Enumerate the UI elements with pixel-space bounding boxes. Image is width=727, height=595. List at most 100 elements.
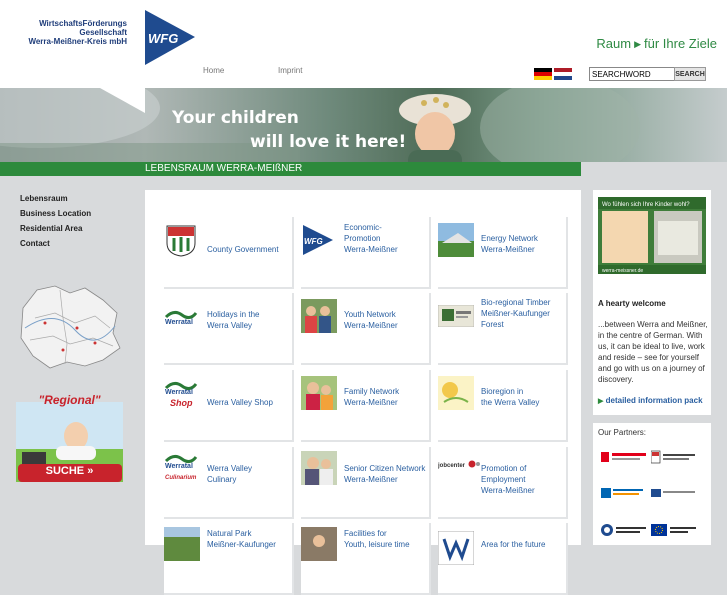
detailed-info-link[interactable]: ▶ detailed information pack xyxy=(598,396,703,405)
jobcenter-logo-icon: jobcenter xyxy=(438,460,480,469)
org-name: WirtschaftsFörderungs Gesellschaft Werra… xyxy=(0,19,127,46)
svg-text:Werratal: Werratal xyxy=(165,389,193,396)
promo-heading: Wo fühlen sich Ihre Kinder wohl? xyxy=(602,202,690,208)
tile-label-3: Energy Network Werra-Meißner xyxy=(481,234,538,254)
svg-text:Werratal: Werratal xyxy=(165,463,193,470)
tile-werra-valley-culinary[interactable]: Werratal Culinarium Werra Valley Culinary xyxy=(164,447,294,519)
tile-senior-citizen-network[interactable]: Senior Citizen Network Werra-Meißner xyxy=(301,447,431,519)
green-bar-spacer xyxy=(581,162,727,176)
tile-holidays[interactable]: Werratal Holidays in the Werra Valley xyxy=(164,293,294,365)
play-arrow-icon: ▶ xyxy=(634,39,642,49)
natural-park-photo-icon xyxy=(164,527,200,561)
search-button[interactable]: SEARCH xyxy=(674,67,706,81)
tile-label-9: Bioregion in the Werra Valley xyxy=(481,387,540,407)
partner-logo-sparkasse[interactable] xyxy=(601,450,649,464)
tile-label-14: Facilities for Youth, leisure time xyxy=(344,529,410,549)
tile-label-11: Senior Citizen Network Werra-Meißner xyxy=(344,464,426,484)
svg-text:Werratal: Werratal xyxy=(165,319,193,326)
header: WirtschaftsFörderungs Gesellschaft Werra… xyxy=(0,0,727,88)
partner-logo-kreis[interactable] xyxy=(651,450,699,464)
banner-headline-2: will love it here! xyxy=(250,132,407,152)
tagline-left: Raum xyxy=(596,36,632,51)
promo-image[interactable]: Wo fühlen sich Ihre Kinder wohl? werra-m… xyxy=(598,197,706,274)
culinarium-icon: Werratal Culinarium xyxy=(164,454,198,481)
wfg-logo[interactable]: WFG xyxy=(145,10,195,65)
tile-facilities-youth[interactable]: Facilities for Youth, leisure time xyxy=(301,523,431,595)
dutch-flag-icon[interactable] xyxy=(554,68,572,80)
svg-text:WFG: WFG xyxy=(304,237,323,246)
welcome-panel: Wo fühlen sich Ihre Kinder wohl? werra-m… xyxy=(593,190,711,415)
svg-text:Culinarium: Culinarium xyxy=(165,475,197,481)
suche-label: SUCHE xyxy=(45,465,85,477)
play-arrow-icon: ▶ xyxy=(598,398,604,405)
tagline: Raum ▶ für Ihre Ziele xyxy=(596,36,717,51)
family-photo-icon xyxy=(301,376,337,410)
partner-logo-kreishandwerkerschaft[interactable] xyxy=(601,523,649,537)
timber-logo-icon xyxy=(438,305,474,327)
future-logo-icon xyxy=(438,531,474,565)
sidebar-item-business-location[interactable]: Business Location xyxy=(20,209,91,218)
org-line-1: WirtschaftsFörderungs xyxy=(39,19,127,28)
youth-photo-icon xyxy=(301,299,337,333)
partner-logo-vr-bank[interactable] xyxy=(601,486,649,500)
partners-panel: Our Partners: xyxy=(593,423,711,545)
werratal-logo-icon: Werratal xyxy=(164,310,198,326)
main-content: County Government WFG Economic- Promotion… xyxy=(145,190,581,595)
search-input[interactable] xyxy=(589,67,675,81)
tile-bio-regional-timber[interactable]: Bio-regional Timber Meißner-Kaufunger Fore… xyxy=(438,293,568,365)
tagline-right: für Ihre Ziele xyxy=(644,36,717,51)
svg-text:jobcenter: jobcenter xyxy=(438,463,466,469)
sidebar-item-residential-area[interactable]: Residential Area xyxy=(20,224,82,233)
green-title-bar: LEBENSRAUM WERRA-MEIßNER xyxy=(0,162,581,176)
tile-label-13: Natural Park Meißner-Kaufunger xyxy=(207,529,276,549)
tile-label-5: Youth Network Werra-Meißner xyxy=(344,310,398,330)
org-line-2: Gesellschaft xyxy=(79,28,127,37)
partners-title: Our Partners: xyxy=(598,428,647,437)
regional-suche-button[interactable]: SUCHE » xyxy=(16,465,123,477)
regional-search-promo[interactable]: "Regional" SUCHE » xyxy=(16,393,123,482)
double-chevron-icon: » xyxy=(87,465,94,477)
promo-url: werra-meissner.de xyxy=(602,268,643,274)
partner-logo-ihk[interactable] xyxy=(651,486,699,500)
welcome-title: A hearty welcome xyxy=(598,299,666,308)
logo-text: WFG xyxy=(148,31,178,46)
region-map[interactable] xyxy=(15,278,125,373)
bioregion-logo-icon xyxy=(438,376,474,410)
welcome-text: ...between Werra and Meißner, in the cen… xyxy=(598,320,708,384)
coat-of-arms-icon xyxy=(166,225,196,257)
org-line-3: Werra-Meißner-Kreis mbH xyxy=(28,37,127,46)
senior-photo-icon xyxy=(301,451,337,485)
banner-headline-1: Your children xyxy=(172,108,299,128)
nav-imprint[interactable]: Imprint xyxy=(278,66,302,75)
partner-logo-eu[interactable] xyxy=(651,523,699,537)
tile-label-7: Werra Valley Shop xyxy=(207,398,273,407)
tile-promotion-of-employment[interactable]: jobcenter Promotion of Employment Werra-Me… xyxy=(438,447,568,519)
tile-natural-park[interactable]: Natural Park Meißner-Kaufunger xyxy=(164,523,294,595)
tile-economic-promotion[interactable]: WFG Economic- Promotion Werra-Meißner xyxy=(301,217,431,289)
svg-text:Shop: Shop xyxy=(170,398,193,408)
tile-area-for-future[interactable]: Area for the future xyxy=(438,523,568,595)
tile-label-1: County Government xyxy=(207,245,279,254)
tile-bioregion[interactable]: Bioregion in the Werra Valley xyxy=(438,370,568,442)
tile-youth-network[interactable]: Youth Network Werra-Meißner xyxy=(301,293,431,365)
nav-home[interactable]: Home xyxy=(203,66,224,75)
tile-energy-network[interactable]: Energy Network Werra-Meißner xyxy=(438,217,568,289)
regional-title: "Regional" xyxy=(38,393,101,407)
tile-label-8: Family Network Werra-Meißner xyxy=(344,387,400,407)
green-bar-label: LEBENSRAUM WERRA-MEIßNER xyxy=(145,163,303,174)
detail-link-label: detailed information pack xyxy=(605,396,703,405)
tile-label-6: Bio-regional Timber Meißner-Kaufunger Fore… xyxy=(481,298,551,329)
energy-photo-icon xyxy=(438,223,474,257)
wfg-small-icon: WFG xyxy=(303,225,333,255)
tile-family-network[interactable]: Family Network Werra-Meißner xyxy=(301,370,431,442)
tile-werra-valley-shop[interactable]: Werratal Shop Werra Valley Shop xyxy=(164,370,294,442)
tile-label-12: Promotion of Employment Werra-Meißner xyxy=(481,464,535,495)
tile-label-10: Werra Valley Culinary xyxy=(207,464,253,484)
sidebar-item-contact[interactable]: Contact xyxy=(20,239,50,248)
german-flag-icon[interactable] xyxy=(534,68,552,80)
sidebar-item-lebensraum[interactable]: Lebensraum xyxy=(20,194,68,203)
banner-notch xyxy=(100,88,145,113)
tile-label-2: Economic- Promotion Werra-Meißner xyxy=(344,223,398,254)
facilities-photo-icon xyxy=(301,527,337,561)
tile-county-government[interactable]: County Government xyxy=(164,217,294,289)
